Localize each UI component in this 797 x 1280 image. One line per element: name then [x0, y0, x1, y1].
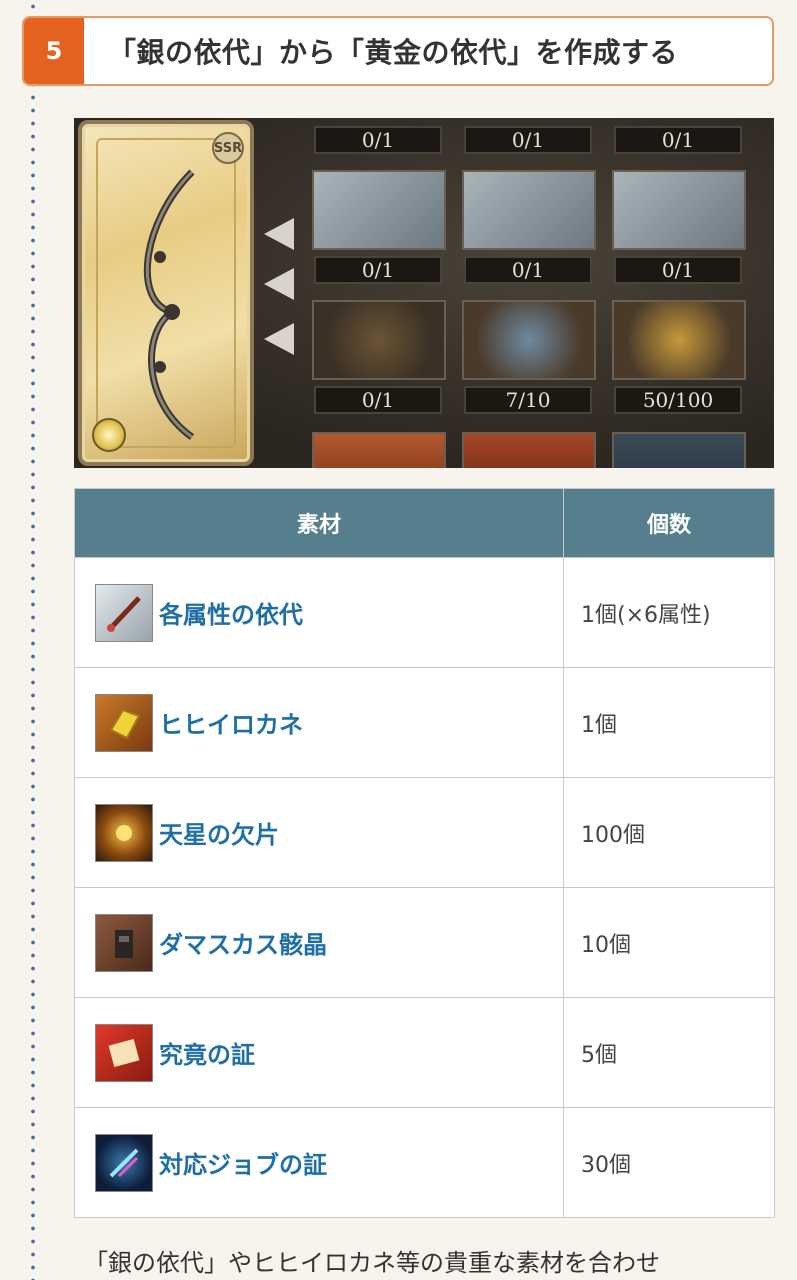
counter: 0/1 [464, 256, 592, 284]
game-screenshot: SSR 0/1 0/1 0/1 0/1 0/1 0/1 0/1 7/10 50/… [74, 118, 774, 468]
golden-weapon-card: SSR [78, 120, 254, 466]
star-fragment-slot [612, 300, 746, 380]
table-row: 天星の欠片 100個 [74, 777, 775, 888]
material-link[interactable]: ダマスカス骸晶 [159, 925, 327, 960]
damascus-slot [312, 432, 446, 468]
arrow-left-icon [264, 218, 294, 250]
table-row: ダマスカス骸晶 10個 [74, 887, 775, 998]
silver-weapon-slot [462, 170, 596, 250]
counter: 0/1 [314, 386, 442, 414]
material-count: 5個 [563, 997, 775, 1108]
counter: 7/10 [464, 386, 592, 414]
header-material: 素材 [74, 488, 564, 558]
material-link[interactable]: 天星の欠片 [159, 815, 279, 850]
counter: 0/1 [314, 126, 442, 154]
silver-weapon-slot [612, 170, 746, 250]
star-fragment-icon [95, 803, 153, 862]
material-link[interactable]: ヒヒイロカネ [159, 705, 303, 740]
material-count: 100個 [563, 777, 775, 888]
orb-slot [462, 300, 596, 380]
silver-weapon-slot [312, 170, 446, 250]
counter: 0/1 [314, 256, 442, 284]
timeline-dots [30, 0, 36, 1280]
arrow-left-icon [264, 268, 294, 300]
job-proof-slot [612, 432, 746, 468]
bow-icon [143, 169, 195, 440]
material-count: 1個 [563, 667, 775, 778]
header-count: 個数 [563, 488, 775, 558]
counter: 0/1 [614, 256, 742, 284]
table-row: 対応ジョブの証 30個 [74, 1107, 775, 1218]
material-count: 10個 [563, 887, 775, 998]
table-row: 究竟の証 5個 [74, 997, 775, 1108]
gold-ingot-slot [312, 300, 446, 380]
ssr-badge: SSR [212, 132, 244, 164]
material-link[interactable]: 対応ジョブの証 [159, 1145, 327, 1180]
gold-ingot-icon [95, 693, 153, 752]
material-link[interactable]: 各属性の依代 [159, 595, 303, 630]
material-count: 1個(×6属性) [563, 557, 775, 668]
counter: 0/1 [614, 126, 742, 154]
material-link[interactable]: 究竟の証 [159, 1035, 255, 1070]
silver-weapon-icon [95, 583, 153, 642]
body-text: 「銀の依代」やヒヒイロカネ等の貴重な素材を合わせ [84, 1249, 660, 1277]
job-proof-icon [95, 1133, 153, 1192]
table-row: ヒヒイロカネ 1個 [74, 667, 775, 778]
step-title: 「銀の依代」から「黄金の依代」を作成する [108, 36, 679, 69]
material-count: 30個 [563, 1107, 775, 1218]
arrow-left-icon [264, 323, 294, 355]
table-row: 各属性の依代 1個(×6属性) [74, 557, 775, 668]
counter: 0/1 [464, 126, 592, 154]
proof-slot [462, 432, 596, 468]
damascus-crystal-icon [95, 913, 153, 972]
counter: 50/100 [614, 386, 742, 414]
step-number: 5 [24, 18, 84, 84]
light-element-icon [92, 418, 126, 452]
materials-table: 素材 個数 各属性の依代 1個(×6属性) ヒヒイロカネ 1個 天星の欠片 10… [74, 488, 775, 1218]
proof-scroll-icon [95, 1023, 153, 1082]
step-heading: 5 「銀の依代」から「黄金の依代」を作成する [22, 16, 774, 86]
